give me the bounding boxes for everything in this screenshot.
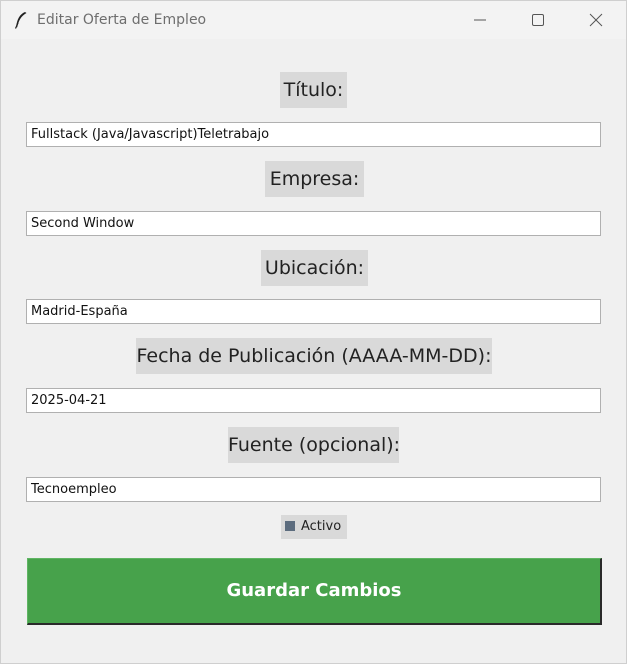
- empresa-label: Empresa:: [265, 161, 364, 197]
- minimize-button[interactable]: [457, 1, 503, 39]
- fuente-label: Fuente (opcional):: [228, 427, 400, 463]
- close-button[interactable]: [573, 1, 619, 39]
- title-bar[interactable]: Editar Oferta de Empleo: [1, 1, 626, 39]
- fecha-input[interactable]: 2025-04-21: [26, 388, 601, 413]
- maximize-button[interactable]: [515, 1, 561, 39]
- window-title: Editar Oferta de Empleo: [37, 12, 207, 28]
- titulo-label: Título:: [280, 72, 347, 108]
- fecha-label: Fecha de Publicación (AAAA-MM-DD):: [136, 338, 492, 374]
- edit-job-window: Editar Oferta de Empleo Título: Fullstac…: [0, 0, 627, 664]
- empresa-input[interactable]: Second Window: [26, 211, 601, 236]
- fuente-input[interactable]: Tecnoempleo: [26, 477, 601, 502]
- save-changes-button[interactable]: Guardar Cambios: [27, 558, 602, 625]
- ubicacion-label: Ubicación:: [261, 250, 368, 286]
- close-icon: [589, 13, 603, 27]
- activo-label: Activo: [301, 519, 342, 534]
- feather-icon: [14, 12, 27, 29]
- ubicacion-input[interactable]: Madrid-España: [26, 299, 601, 324]
- checkbox-checked-icon[interactable]: [285, 521, 295, 531]
- maximize-icon: [532, 14, 544, 26]
- minimize-icon: [474, 19, 486, 21]
- titulo-input[interactable]: Fullstack (Java/Javascript)Teletrabajo: [26, 122, 601, 147]
- activo-checkbox[interactable]: Activo: [281, 515, 347, 539]
